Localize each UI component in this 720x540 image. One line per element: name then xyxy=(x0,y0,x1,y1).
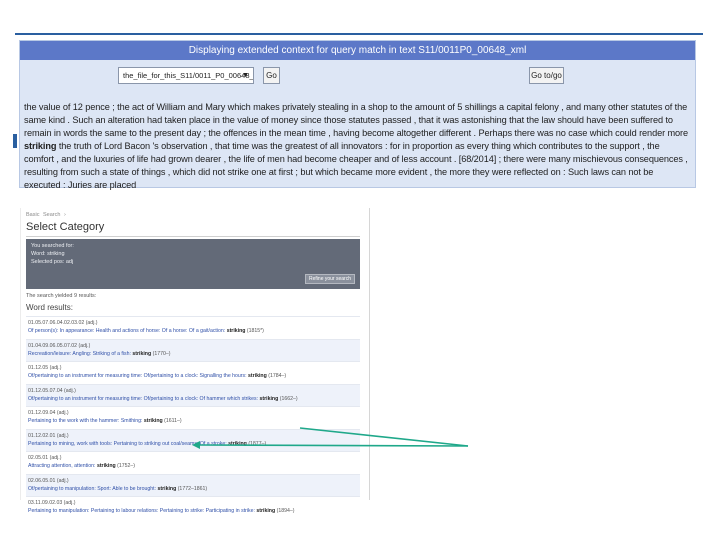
result-code: 01.12.05 (adj.) xyxy=(28,365,62,371)
result-line: Recreation/leisure: Angling: Striking of… xyxy=(28,350,358,358)
results-count: The search yielded 9 results: xyxy=(26,293,97,299)
result-line: Pertaining to manipulation: Pertaining t… xyxy=(28,507,358,515)
word-line: Word: striking xyxy=(31,251,65,257)
result-date: (1877–) xyxy=(248,440,267,447)
result-code: 01.12.09.04 (adj.) xyxy=(28,410,69,416)
result-word: striking xyxy=(132,350,152,357)
breadcrumb-search[interactable]: Search xyxy=(43,212,60,218)
result-word: striking xyxy=(226,328,246,334)
result-code: 02.06.05.01 (adj.) xyxy=(28,477,69,484)
result-category-link[interactable]: Of/pertaining to an instrument for measu… xyxy=(28,373,247,379)
result-date: (1772–1861) xyxy=(177,485,208,492)
result-line: Pertaining to the work with the hammer: … xyxy=(28,417,358,425)
go-button[interactable]: Go xyxy=(263,67,280,84)
searched-for-label: You searched for: xyxy=(31,243,74,249)
result-date: (1894–) xyxy=(276,508,295,514)
result-line: Pertaining to mining, work with tools: P… xyxy=(28,440,358,448)
list-item[interactable]: 02.06.05.01 (adj.) Of/pertaining to manip… xyxy=(26,473,360,496)
result-line: Of/pertaining to an instrument for measu… xyxy=(28,372,358,380)
result-category-link[interactable]: Pertaining to mining, work with tools: P… xyxy=(28,441,227,447)
breadcrumb-sep: › xyxy=(63,212,66,218)
list-item[interactable]: 01.12.05 (adj.) Of/pertaining to an instr… xyxy=(26,361,360,384)
file-select[interactable]: the_file_for_this_S11/0011_P0_00648_xml … xyxy=(118,67,254,84)
result-category-link[interactable]: Pertaining to the work with the hammer: … xyxy=(28,418,142,424)
result-code: 03.11.09.02.03 (adj.) xyxy=(28,500,76,506)
result-category-link[interactable]: Of/pertaining to manipulation: Sport: Ab… xyxy=(28,486,156,492)
result-line: Of/pertaining to manipulation: Sport: Ab… xyxy=(28,485,358,493)
divider xyxy=(26,236,360,237)
result-code: 01.05.07.06.04.02.03.02 (adj.) xyxy=(28,320,98,326)
word-results-heading: Word results: xyxy=(26,303,73,312)
result-line: Attracting attention, attention: strikin… xyxy=(28,462,358,470)
result-category-link[interactable]: Attracting attention, attention: xyxy=(28,463,95,469)
result-category-link[interactable]: Of person(s): In appearance: Health and … xyxy=(28,328,225,334)
results-list: 01.05.07.06.04.02.03.02 (adj.) Of person(… xyxy=(26,316,360,519)
list-item[interactable]: 01.12.02.01 (adj.) Pertaining to mining, … xyxy=(26,428,360,451)
refine-search-button[interactable]: Refine your search xyxy=(305,274,355,284)
top-divider xyxy=(15,33,703,35)
result-date: (1752–) xyxy=(117,463,136,469)
list-item[interactable]: 01.12.09.04 (adj.) Pertaining to the work… xyxy=(26,406,360,429)
context-text-after: the truth of Lord Bacon 's observation ,… xyxy=(24,141,688,190)
breadcrumb-basic[interactable]: Basic xyxy=(26,212,39,218)
chevron-down-icon: ▼ xyxy=(242,72,249,79)
context-text: the value of 12 pence ; the act of Willi… xyxy=(20,97,697,192)
result-category-link[interactable]: Of/pertaining to an instrument for measu… xyxy=(28,396,258,402)
search-summary: You searched for: Word: striking Selecte… xyxy=(26,239,360,289)
result-date: (1611–) xyxy=(164,418,182,424)
side-marker xyxy=(13,134,17,148)
result-code: 02.05.01 (adj.) xyxy=(28,455,62,461)
result-date: (1815*) xyxy=(246,328,264,334)
list-item[interactable]: 01.12.05.07.04 (adj.) Of/pertaining to an… xyxy=(26,383,360,406)
query-hit: striking xyxy=(24,141,57,151)
result-word: striking xyxy=(228,440,247,447)
list-item[interactable]: 01.04.09.06.05.07.02 (adj.) Recreation/le… xyxy=(26,338,360,361)
result-category-link[interactable]: Pertaining to manipulation: Pertaining t… xyxy=(28,508,255,514)
result-word: striking xyxy=(157,485,177,492)
list-item[interactable]: 03.11.09.02.03 (adj.) Pertaining to manip… xyxy=(26,496,360,519)
search-panel: Basic Search › Select Category You searc… xyxy=(20,208,370,514)
file-select-value: the_file_for_this_S11/0011_P0_00648_xml xyxy=(123,71,254,80)
result-word: striking xyxy=(259,395,279,402)
result-line: Of person(s): In appearance: Health and … xyxy=(28,327,358,335)
result-line: Of/pertaining to an instrument for measu… xyxy=(28,395,358,403)
result-date: (1770–) xyxy=(152,350,171,357)
result-date: (1784–) xyxy=(268,373,287,379)
result-date: (1662–) xyxy=(279,395,298,402)
list-item[interactable]: 01.05.07.06.04.02.03.02 (adj.) Of person(… xyxy=(26,316,360,339)
breadcrumb: Basic Search › xyxy=(26,212,68,218)
result-code: 01.12.05.07.04 (adj.) xyxy=(28,387,76,394)
result-word: striking xyxy=(143,418,163,424)
panel-title: Displaying extended context for query ma… xyxy=(20,41,695,60)
result-word: striking xyxy=(256,508,276,514)
result-word: striking xyxy=(248,373,267,379)
pos-line: Selected pos: adj xyxy=(31,259,74,265)
context-panel: Displaying extended context for query ma… xyxy=(19,40,696,190)
result-word: striking xyxy=(96,463,116,469)
result-category-link[interactable]: Recreation/leisure: Angling: Striking of… xyxy=(28,351,131,357)
context-text-before: the value of 12 pence ; the act of Willi… xyxy=(24,102,689,138)
page-title: Select Category xyxy=(26,221,105,233)
list-item[interactable]: 02.05.01 (adj.) Attracting attention, att… xyxy=(26,451,360,474)
goto-button[interactable]: Go to/go xyxy=(529,67,564,84)
result-code: 01.04.09.06.05.07.02 (adj.) xyxy=(28,342,91,349)
result-code: 01.12.02.01 (adj.) xyxy=(28,432,69,439)
